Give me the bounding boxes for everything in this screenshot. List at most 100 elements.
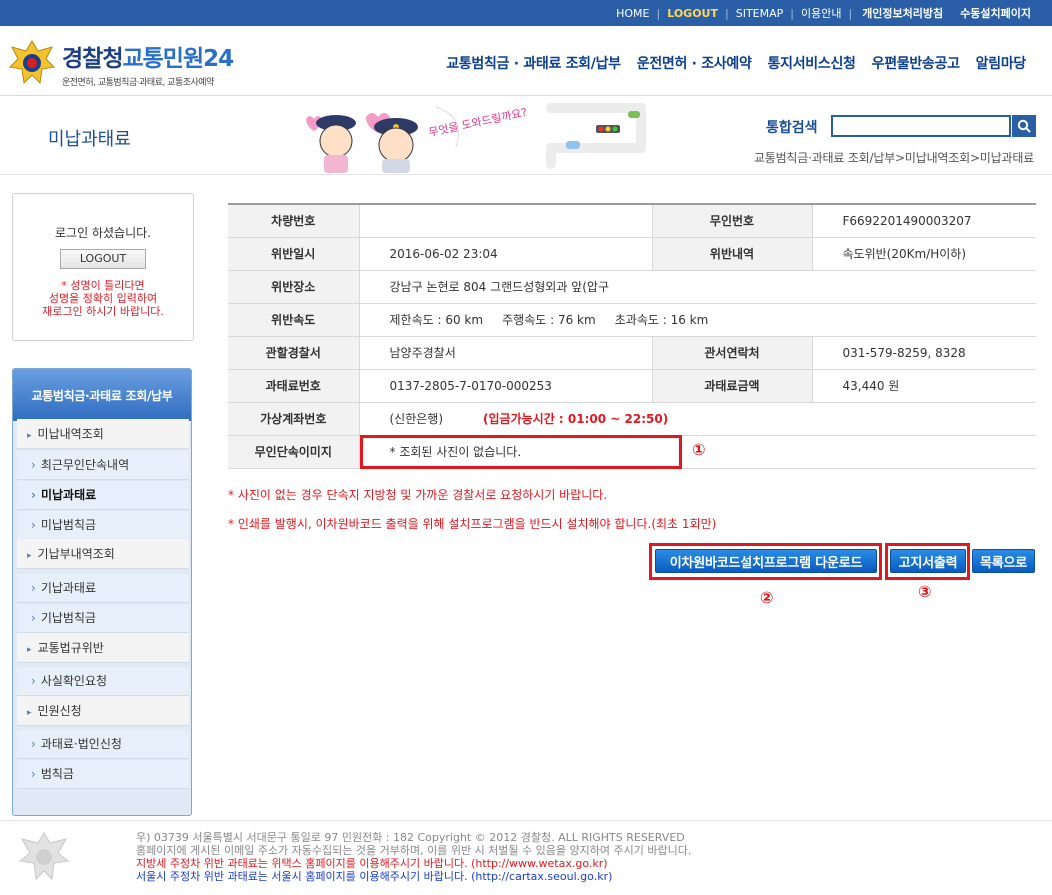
vehicle-no-label: 차량번호 (228, 203, 359, 238)
search-input[interactable] (831, 115, 1011, 137)
nav-notification[interactable]: 통지서비스신청 (768, 53, 856, 73)
fine-amount-value: 43,440 원 (811, 369, 1036, 403)
login-message: 로그인 하셨습니다. (55, 226, 151, 240)
police-station-value: 남양주경찰서 (358, 336, 652, 370)
print-notice-button[interactable]: 고지서출력 (890, 549, 966, 573)
top-utility-bar: HOME | LOGOUT | SITEMAP | 이용안내 | 개인정보처리방… (0, 0, 1052, 26)
photo-notice: * 사진이 없는 경우 단속지 지방청 및 가까운 경찰서로 요청하시기 바랍니… (228, 488, 608, 502)
sub-header: 미납과태료 무엇을 도와드릴까요? 통합검색 교통범칙금·과태료 조회/납부>미… (0, 97, 1052, 175)
logout-button[interactable]: LOGOUT (60, 249, 146, 269)
nav-license[interactable]: 운전면허 · 조사예약 (637, 53, 752, 73)
sidebar-item-unpaid-penalty[interactable]: 미납범칙금 (17, 511, 189, 540)
footer-wetax-notice: 지방세 주정차 위반 과태료는 위택스 홈페이지를 이용해주시기 바랍니다. (… (136, 857, 608, 870)
login-warning-line: * 성명이 틀리다면 (61, 279, 145, 292)
footer-text: 우) 03739 서울특별시 서대문구 통일로 97 민원전화 : 182 Co… (136, 831, 691, 883)
sidebar-title: 교통범칙금·과태료 조회/납부 (13, 369, 191, 421)
sidebar-item-traffic-violation[interactable]: 교통법규위반 (17, 633, 189, 663)
fine-number-label: 과태료번호 (228, 369, 359, 403)
guide-link[interactable]: 이용안내 (794, 5, 848, 21)
privacy-policy-link[interactable]: 개인정보처리방침 (852, 5, 950, 21)
table-row: 과태료번호 0137-2805-7-0170-000253 과태료금액 43,4… (228, 369, 1036, 403)
logo-title: 경찰청교통민원24 (62, 39, 234, 73)
police-mascot-illustration: 무엇을 도와드릴까요? (306, 103, 646, 173)
login-warning: * 성명이 틀리다면 성명을 정확히 입력하여 재로그인 하시기 바랍니다. (13, 279, 193, 318)
marker-1: ① (692, 440, 706, 459)
site-footer: 우) 03739 서울특별시 서대문구 통일로 97 민원전화 : 182 Co… (0, 820, 1052, 895)
login-status-box: 로그인 하셨습니다. LOGOUT * 성명이 틀리다면 성명을 정확히 입력하… (12, 193, 194, 341)
sidebar-item-paid-fines[interactable]: 기납과태료 (17, 574, 189, 603)
sidebar-item-fact-check[interactable]: 사실확인요청 (17, 667, 189, 696)
unmanned-no-label: 무인번호 (651, 203, 812, 238)
deposit-time-notice: (입금가능시간 : 01:00 ~ 22:50) (483, 412, 669, 426)
logo-title-agency: 경찰청 (62, 45, 123, 72)
unmanned-no-value: F6692201490003207 (811, 203, 1036, 238)
violation-detail-table: 차량번호 무인번호 F6692201490003207 위반일시 2016-06… (228, 203, 1036, 469)
top-links: HOME | LOGOUT | SITEMAP | 이용안내 | 개인정보처리방… (609, 0, 1038, 26)
violation-speed-value: 제한속도 : 60 km 주행속도 : 76 km 초과속도 : 16 km (358, 303, 1036, 337)
page-title: 미납과태료 (48, 129, 131, 150)
virtual-account-value: (신한은행) (389, 412, 444, 426)
table-row: 관할경찰서 남양주경찰서 관서연락처 031-579-8259, 8328 (228, 336, 1036, 370)
table-row: 위반일시 2016-06-02 23:04 위반내역 속도위반(20Km/H이하… (228, 237, 1036, 271)
fine-amount-label: 과태료금액 (651, 369, 812, 403)
sidebar-item-penalty[interactable]: 범칙금 (17, 760, 189, 789)
violation-type-label: 위반내역 (651, 237, 812, 271)
station-phone-label: 관서연락처 (651, 336, 812, 370)
sidebar-item-paid-penalty[interactable]: 기납범칙금 (17, 604, 189, 633)
logo-text: 경찰청교통민원24 운전면허, 교통범칙금·과태료, 교통조사예약 (62, 39, 234, 88)
marker-3: ③ (918, 582, 932, 601)
home-link[interactable]: HOME (609, 7, 656, 20)
footer-email-policy: 홈페이지에 게시된 이메일 주소가 자동수집되는 것을 거부하며, 이를 위반 … (136, 844, 692, 857)
site-header: 경찰청교통민원24 운전면허, 교통범칙금·과태료, 교통조사예약 교통범칙금 … (0, 26, 1052, 96)
main-nav: 교통범칙금 · 과태료 조회/납부 운전면허 · 조사예약 통지서비스신청 우편… (430, 53, 1026, 73)
logout-link[interactable]: LOGOUT (660, 7, 725, 20)
search-label: 통합검색 (766, 120, 818, 136)
sidebar-item-unpaid-fines[interactable]: 미납과태료 (17, 481, 189, 510)
table-row: 차량번호 무인번호 F6692201490003207 (228, 203, 1036, 238)
fine-number-value: 0137-2805-7-0170-000253 (358, 369, 652, 403)
barcode-download-button[interactable]: 이차원바코드설치프로그램 다운로드 (655, 549, 877, 573)
manual-install-link[interactable]: 수동설치페이지 (950, 5, 1038, 21)
print-notice: * 인쇄를 발행시, 이차원바코드 출력을 위해 설치프로그램을 반드시 설치해… (228, 517, 717, 531)
sitemap-link[interactable]: SITEMAP (729, 7, 791, 20)
sidebar-item-recent-unmanned[interactable]: 최근무인단속내역 (17, 451, 189, 480)
sidebar-menu: 교통범칙금·과태료 조회/납부 미납내역조회 최근무인단속내역 미납과태료 미납… (12, 368, 192, 816)
footer-emblem-icon (18, 832, 70, 881)
login-warning-line: 성명을 정확히 입력하여 (48, 292, 158, 305)
logo-title-service: 교통민원24 (122, 45, 234, 72)
violation-type-value: 속도위반(20Km/H이하) (811, 237, 1036, 271)
breadcrumb: 교통범칙금·과태료 조회/납부>미납내역조회>미납과태료 (753, 151, 1034, 165)
violation-date-label: 위반일시 (228, 237, 359, 271)
violation-date-value: 2016-06-02 23:04 (358, 237, 652, 271)
violation-speed-label: 위반속도 (228, 303, 359, 337)
marker-2: ② (760, 588, 774, 607)
nav-fines[interactable]: 교통범칙금 · 과태료 조회/납부 (446, 53, 621, 73)
violation-place-label: 위반장소 (228, 270, 359, 304)
virtual-account-cell: (신한은행) (입금가능시간 : 01:00 ~ 22:50) (358, 402, 1036, 436)
site-logo[interactable]: 경찰청교통민원24 운전면허, 교통범칙금·과태료, 교통조사예약 (6, 36, 284, 90)
nav-notice[interactable]: 알림마당 (976, 53, 1027, 73)
footer-seoul-notice: 서울시 주정차 위반 과태료는 서울시 홈페이지를 이용해주시기 바랍니다. (… (136, 870, 613, 883)
table-row: 가상계좌번호 (신한은행) (입금가능시간 : 01:00 ~ 22:50) (228, 402, 1036, 436)
illustration-caption: 무엇을 도와드릴까요? (427, 106, 528, 140)
sidebar-item-unpaid-inquiry[interactable]: 미납내역조회 (17, 419, 189, 449)
search-button[interactable] (1012, 115, 1036, 137)
police-station-label: 관할경찰서 (228, 336, 359, 370)
footer-address: 우) 03739 서울특별시 서대문구 통일로 97 민원전화 : 182 Co… (136, 831, 685, 844)
table-row: 위반장소 강남구 논현로 804 그랜드성형외과 앞(압구 (228, 270, 1036, 304)
login-warning-line: 재로그인 하시기 바랍니다. (42, 305, 164, 318)
table-row: 위반속도 제한속도 : 60 km 주행속도 : 76 km 초과속도 : 16… (228, 303, 1036, 337)
logo-subtitle: 운전면허, 교통범칙금·과태료, 교통조사예약 (62, 77, 214, 88)
page-root: HOME | LOGOUT | SITEMAP | 이용안내 | 개인정보처리방… (0, 0, 1052, 895)
sidebar-item-civil-request[interactable]: 민원신청 (17, 696, 189, 726)
vehicle-no-value (358, 203, 652, 238)
search-icon (1017, 119, 1031, 133)
nav-returned-mail[interactable]: 우편물반송공고 (872, 53, 960, 73)
highlight-box-1 (360, 435, 682, 469)
sidebar-item-paid-inquiry[interactable]: 기납부내역조회 (17, 539, 189, 569)
virtual-account-label: 가상계좌번호 (228, 402, 359, 436)
police-emblem-icon (8, 40, 56, 85)
station-phone-value: 031-579-8259, 8328 (811, 336, 1036, 370)
sidebar-item-fine-corporate[interactable]: 과태료·법인신청 (17, 730, 189, 759)
back-to-list-button[interactable]: 목록으로 (972, 549, 1035, 573)
